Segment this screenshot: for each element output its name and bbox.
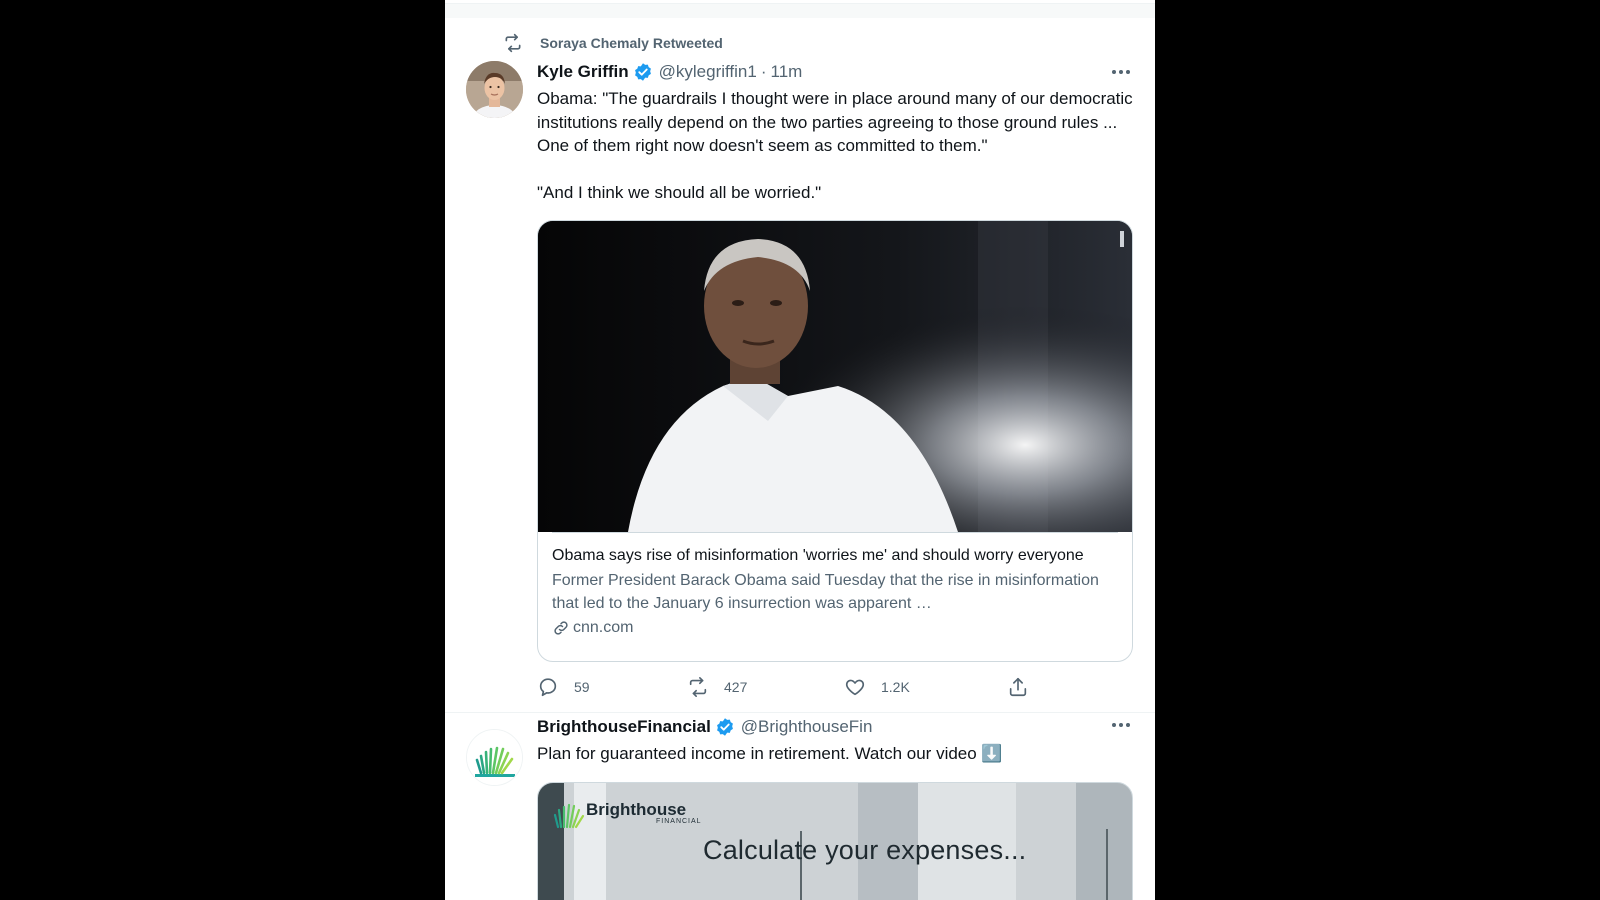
share-button[interactable] [1007,674,1044,700]
tweet-header: Kyle Griffin @kylegriffin1 · 11m [537,60,1133,84]
video-brand-name: Brighthouse [586,799,687,819]
link-card[interactable]: Obama says rise of misinformation 'worri… [537,219,1133,662]
like-count: 1.2K [881,679,910,695]
video-headline: Calculate your expenses... [703,834,1027,865]
tweet-header: BrighthouseFinancial @BrighthouseFin [537,715,1133,739]
retweet-icon [505,33,521,53]
more-icon [1112,723,1130,727]
separator [445,4,1155,18]
card-title[interactable]: Obama says rise of misinformation 'worri… [552,545,1118,567]
retweeted-by-label[interactable]: Soraya Chemaly Retweeted [540,35,723,51]
reply-icon [539,678,557,697]
card-description: Former President Barack Obama said Tuesd… [552,571,1099,612]
avatar[interactable] [466,61,523,118]
news-photo [538,220,1132,532]
card-domain-label: cnn.com [573,618,634,636]
author-handle[interactable]: @kylegriffin1 [659,62,757,82]
brighthouse-logo [467,730,522,785]
retweet-count: 427 [724,679,748,695]
separator-dot: · [760,62,767,81]
more-icon [1112,70,1130,74]
avatar[interactable] [466,729,523,786]
promo-video[interactable]: Brighthouse FINANCIAL Calculate your exp… [537,781,1133,900]
brighthouse-mark-icon [553,803,585,828]
tweet-timestamp[interactable]: 11m [771,62,803,82]
card-body: Obama says rise of misinformation 'worri… [552,531,1118,637]
retweet-context[interactable]: Soraya Chemaly Retweeted [503,32,723,54]
retweet-button[interactable]: 427 [687,674,747,700]
retweet-icon [689,677,707,697]
like-icon [845,679,865,696]
reply-button[interactable]: 59 [537,674,590,700]
verified-badge-icon [716,718,733,736]
tweet-brighthouse-financial[interactable]: BrighthouseFinancial @BrighthouseFin Pla… [445,713,1155,900]
more-button[interactable] [1109,713,1133,737]
link-icon [554,620,568,635]
card-image[interactable] [538,220,1132,532]
tweet-actions: 59 427 1.2K [537,674,1057,700]
more-button[interactable] [1109,60,1133,84]
share-icon [1009,677,1027,697]
avatar-photo [466,61,523,118]
like-button[interactable]: 1.2K [844,674,910,700]
author-name[interactable]: Kyle Griffin [537,62,629,82]
video-brand-sub: FINANCIAL [656,817,702,825]
author-name[interactable]: BrighthouseFinancial [537,717,711,737]
author-handle[interactable]: @BrighthouseFin [741,717,873,737]
card-domain[interactable]: cnn.com [552,619,1118,637]
verified-badge-icon [634,63,651,81]
tweet-text: Obama: "The guardrails I thought were in… [537,89,1133,202]
video-brand-logo: Brighthouse FINANCIAL [552,797,702,829]
tweet-kyle-griffin[interactable]: Soraya Chemaly Retweeted Kyle Griffin @k… [445,18,1155,713]
tweet-text: Plan for guaranteed income in retirement… [537,744,1003,763]
timeline-feed: Soraya Chemaly Retweeted Kyle Griffin @k… [445,0,1155,900]
reply-count: 59 [574,679,590,695]
